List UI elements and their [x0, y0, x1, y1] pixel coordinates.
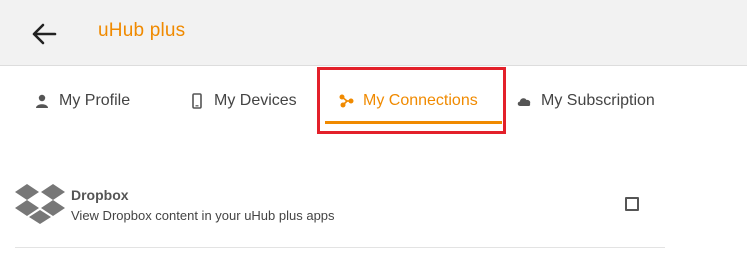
arrow-left-icon — [32, 23, 57, 45]
app-title: uHub plus — [98, 20, 186, 41]
tab-my-devices[interactable]: My Devices — [189, 88, 297, 114]
person-icon — [34, 93, 50, 109]
cloud-icon — [516, 93, 532, 109]
highlight-box — [317, 67, 506, 134]
connection-description: View Dropbox content in your uHub plus a… — [71, 208, 335, 223]
top-bar: uHub plus — [0, 0, 747, 66]
back-button[interactable] — [28, 18, 60, 50]
tab-label: My Subscription — [541, 92, 655, 109]
tab-label: My Profile — [59, 92, 131, 109]
dropbox-logo-icon — [15, 181, 65, 227]
phone-icon — [189, 93, 205, 109]
connection-row-dropbox: Dropbox View Dropbox content in your uHu… — [15, 178, 665, 248]
tab-label: My Devices — [214, 92, 297, 109]
tab-my-profile[interactable]: My Profile — [34, 88, 130, 114]
tab-my-subscription[interactable]: My Subscription — [516, 88, 655, 114]
connection-name: Dropbox — [71, 187, 129, 203]
connection-checkbox[interactable] — [625, 197, 639, 211]
